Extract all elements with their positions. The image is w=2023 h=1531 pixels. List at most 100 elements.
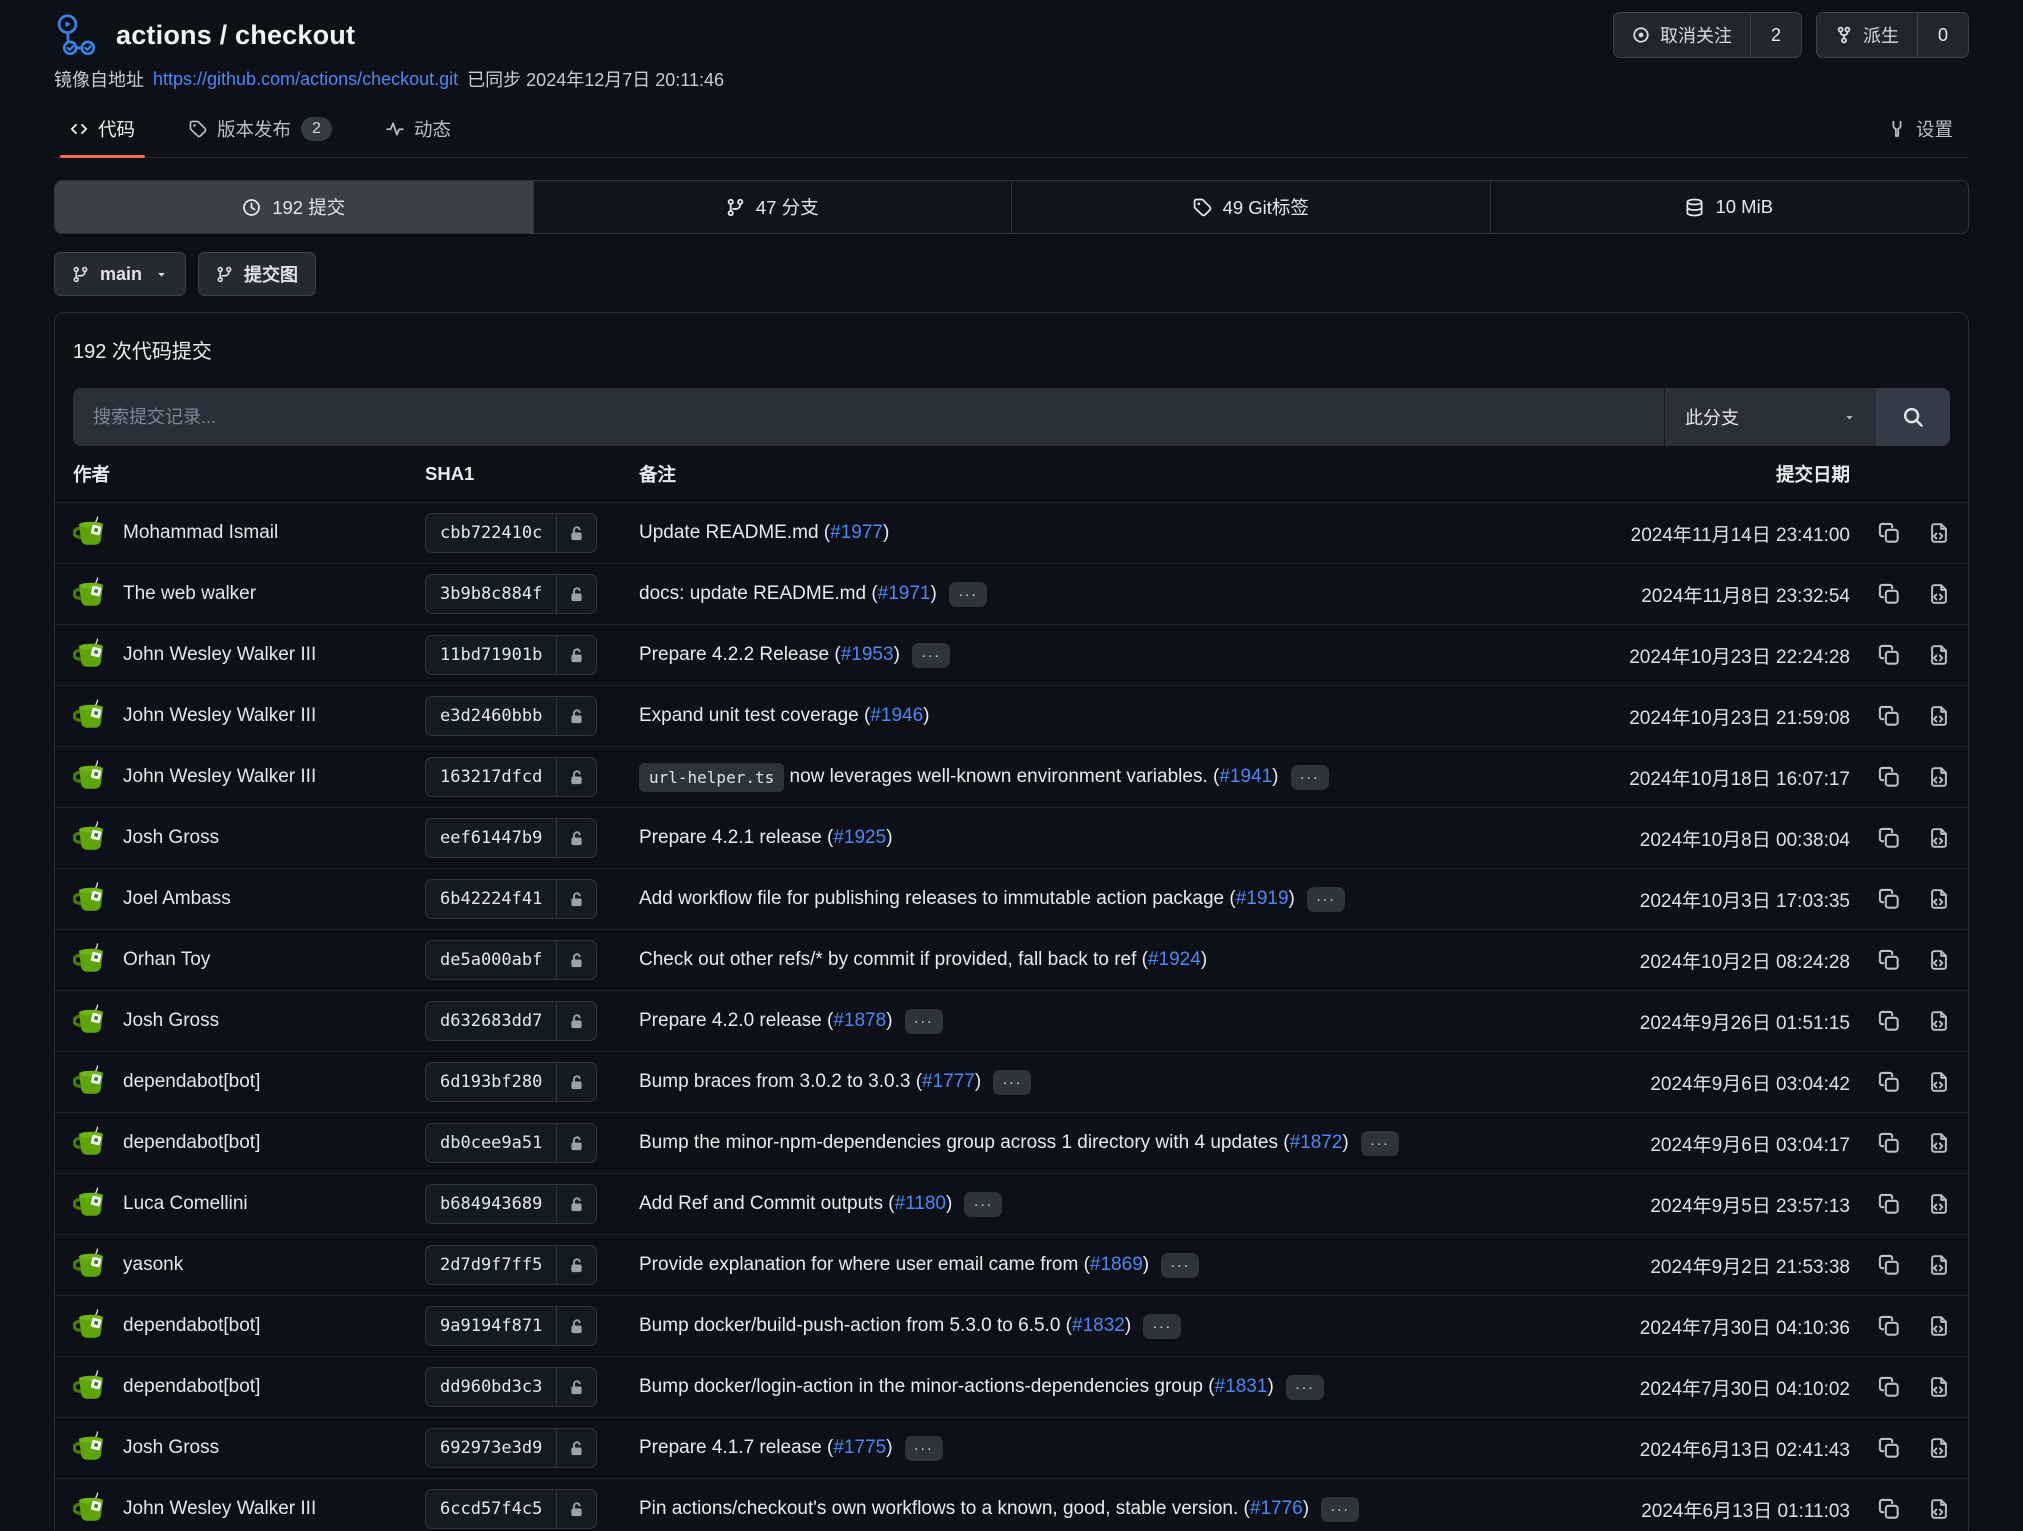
commit-message-text[interactable]: Bump docker/build-push-action from 5.3.0… (639, 1315, 1072, 1337)
commit-author[interactable]: dependabot[bot] (73, 1065, 425, 1099)
commit-author[interactable]: Orhan Toy (73, 943, 425, 977)
copy-sha-button[interactable] (1878, 1254, 1900, 1276)
commit-message-text[interactable]: Add workflow file for publishing release… (639, 888, 1236, 910)
branch-filter-select[interactable]: 此分支 (1664, 388, 1876, 446)
commit-sha-badge[interactable]: e3d2460bbb (425, 696, 597, 736)
pr-link[interactable]: #1776 (1250, 1498, 1303, 1520)
commit-author[interactable]: Luca Comellini (73, 1187, 425, 1221)
tab-releases[interactable]: 版本发布 2 (179, 104, 342, 157)
tab-settings[interactable]: 设置 (1878, 104, 1963, 157)
pr-link[interactable]: #1878 (833, 1010, 886, 1032)
commit-author[interactable]: Josh Gross (73, 821, 425, 855)
expand-commit-message-button[interactable]: ··· (905, 1009, 943, 1034)
stat-branches[interactable]: 47 分支 (533, 181, 1012, 233)
commit-author[interactable]: Joel Ambass (73, 882, 425, 916)
expand-commit-message-button[interactable]: ··· (1361, 1131, 1399, 1156)
browse-source-icon-button[interactable] (1928, 1071, 1950, 1093)
commit-message-text[interactable]: Check out other refs/* by commit if prov… (639, 949, 1148, 971)
expand-commit-message-button[interactable]: ··· (993, 1070, 1031, 1095)
browse-source-icon-button[interactable] (1928, 1315, 1950, 1337)
browse-source-icon-button[interactable] (1928, 949, 1950, 971)
stat-size[interactable]: 10 MiB (1490, 181, 1969, 233)
browse-source-icon-button[interactable] (1928, 1010, 1950, 1032)
commit-author[interactable]: yasonk (73, 1248, 425, 1282)
browse-source-icon-button[interactable] (1928, 1254, 1950, 1276)
commit-author[interactable]: John Wesley Walker III (73, 638, 425, 672)
pr-link[interactable]: #1977 (830, 522, 883, 544)
commit-message-text[interactable]: Add Ref and Commit outputs ( (639, 1193, 895, 1215)
commit-message-text[interactable]: Prepare 4.2.0 release ( (639, 1010, 833, 1032)
commit-sha-badge[interactable]: 6b42224f41 (425, 879, 597, 919)
pr-link[interactable]: #1941 (1219, 766, 1272, 788)
commit-message-text[interactable]: docs: update README.md ( (639, 583, 878, 605)
commit-message-text[interactable]: Provide explanation for where user email… (639, 1254, 1090, 1276)
copy-sha-button[interactable] (1878, 583, 1900, 605)
commit-sha-badge[interactable]: eef61447b9 (425, 818, 597, 858)
browse-source-icon-button[interactable] (1928, 888, 1950, 910)
copy-sha-button[interactable] (1878, 949, 1900, 971)
expand-commit-message-button[interactable]: ··· (1321, 1497, 1359, 1522)
copy-sha-button[interactable] (1878, 1010, 1900, 1032)
commit-message-text[interactable]: Prepare 4.2.1 release ( (639, 827, 833, 849)
commit-message-text[interactable]: Pin actions/checkout's own workflows to … (639, 1498, 1250, 1520)
expand-commit-message-button[interactable]: ··· (964, 1192, 1002, 1217)
commit-sha-badge[interactable]: b684943689 (425, 1184, 597, 1224)
fork-button[interactable]: 派生 0 (1816, 12, 1969, 58)
pr-link[interactable]: #1971 (878, 583, 931, 605)
commit-graph-button[interactable]: 提交图 (198, 252, 316, 296)
copy-sha-button[interactable] (1878, 766, 1900, 788)
browse-source-icon-button[interactable] (1928, 1193, 1950, 1215)
copy-sha-button[interactable] (1878, 1376, 1900, 1398)
commit-author[interactable]: The web walker (73, 577, 425, 611)
stat-commits[interactable]: 192 提交 (55, 181, 533, 233)
expand-commit-message-button[interactable]: ··· (949, 582, 987, 607)
expand-commit-message-button[interactable]: ··· (905, 1436, 943, 1461)
browse-source-icon-button[interactable] (1928, 522, 1950, 544)
copy-sha-button[interactable] (1878, 1193, 1900, 1215)
commit-sha-badge[interactable]: 6ccd57f4c5 (425, 1489, 597, 1529)
pr-link[interactable]: #1872 (1290, 1132, 1343, 1154)
commit-sha-badge[interactable]: 163217dfcd (425, 757, 597, 797)
commit-author[interactable]: dependabot[bot] (73, 1126, 425, 1160)
commit-sha-badge[interactable]: 2d7d9f7ff5 (425, 1245, 597, 1285)
commit-message-text[interactable]: now leverages well-known environment var… (784, 766, 1219, 788)
commit-author[interactable]: John Wesley Walker III (73, 699, 425, 733)
branch-selector[interactable]: main (54, 252, 186, 296)
pr-link[interactable]: #1925 (833, 827, 886, 849)
search-button[interactable] (1876, 388, 1950, 446)
pr-link[interactable]: #1831 (1215, 1376, 1268, 1398)
commit-sha-badge[interactable]: dd960bd3c3 (425, 1367, 597, 1407)
commit-sha-badge[interactable]: 6d193bf280 (425, 1062, 597, 1102)
browse-source-icon-button[interactable] (1928, 644, 1950, 666)
pr-link[interactable]: #1869 (1090, 1254, 1143, 1276)
unwatch-button[interactable]: 取消关注 2 (1613, 12, 1802, 58)
mirror-url-link[interactable]: https://github.com/actions/checkout.git (153, 69, 458, 90)
fork-count[interactable]: 0 (1917, 13, 1968, 57)
tab-code[interactable]: 代码 (60, 104, 145, 157)
copy-sha-button[interactable] (1878, 644, 1900, 666)
watch-count[interactable]: 2 (1750, 13, 1801, 57)
commit-sha-badge[interactable]: 9a9194f871 (425, 1306, 597, 1346)
copy-sha-button[interactable] (1878, 888, 1900, 910)
search-input[interactable] (73, 388, 1664, 446)
commit-author[interactable]: Josh Gross (73, 1004, 425, 1038)
pr-link[interactable]: #1777 (922, 1071, 975, 1093)
commit-sha-badge[interactable]: 692973e3d9 (425, 1428, 597, 1468)
expand-commit-message-button[interactable]: ··· (912, 643, 950, 668)
expand-commit-message-button[interactable]: ··· (1143, 1314, 1181, 1339)
copy-sha-button[interactable] (1878, 1498, 1900, 1520)
commit-message-text[interactable]: Expand unit test coverage ( (639, 705, 870, 727)
commit-sha-badge[interactable]: cbb722410c (425, 513, 597, 553)
browse-source-icon-button[interactable] (1928, 1132, 1950, 1154)
commit-author[interactable]: dependabot[bot] (73, 1309, 425, 1343)
pr-link[interactable]: #1924 (1148, 949, 1201, 971)
stat-tags[interactable]: 49 Git标签 (1011, 181, 1490, 233)
pr-link[interactable]: #1953 (841, 644, 894, 666)
commit-sha-badge[interactable]: d632683dd7 (425, 1001, 597, 1041)
pr-link[interactable]: #1919 (1236, 888, 1289, 910)
commit-author[interactable]: John Wesley Walker III (73, 760, 425, 794)
copy-sha-button[interactable] (1878, 1132, 1900, 1154)
commit-message-text[interactable]: Bump the minor-npm-dependencies group ac… (639, 1132, 1290, 1154)
pr-link[interactable]: #1180 (895, 1193, 946, 1215)
pr-link[interactable]: #1832 (1072, 1315, 1125, 1337)
